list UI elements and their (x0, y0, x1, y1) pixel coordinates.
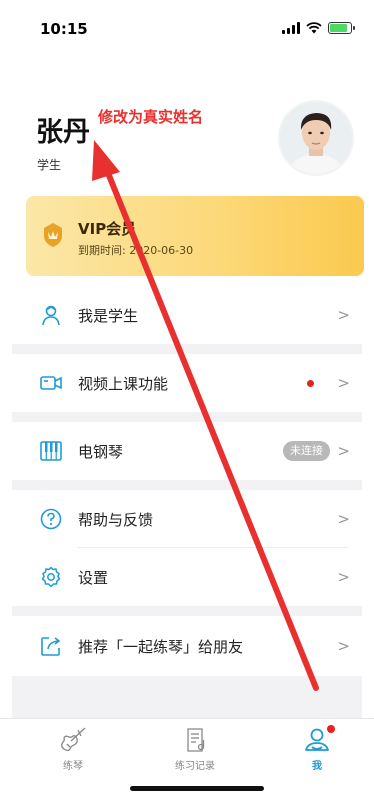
practice-record-icon (187, 728, 205, 752)
video-camera-icon (40, 372, 62, 394)
status-time: 10:15 (40, 20, 88, 38)
menu-item-label: 帮助与反馈 (78, 510, 154, 529)
wifi-icon (306, 22, 322, 34)
menu-item-label: 设置 (78, 568, 109, 587)
section-divider (12, 606, 362, 616)
menu-item-label: 视频上课功能 (78, 374, 169, 393)
vip-card[interactable]: VIP会员 到期时间: 2020-06-30 (26, 196, 364, 276)
profile-header: 张丹 学生 修改为真实姓名 (0, 90, 374, 190)
menu-item-settings[interactable]: 设置 > (12, 548, 362, 606)
notification-dot (327, 725, 335, 733)
menu-item-student[interactable]: 我是学生 > (12, 286, 362, 344)
tab-label: 我 (312, 761, 322, 772)
menu-item-share[interactable]: 推荐「一起练琴」给朋友 > (12, 616, 362, 676)
tab-label: 练琴 (63, 761, 83, 772)
menu-group-piano: 电钢琴 未连接 > (12, 422, 362, 480)
section-divider (12, 344, 362, 354)
page-bottom-spacer (12, 676, 362, 718)
student-icon (40, 304, 62, 326)
menu-item-piano[interactable]: 电钢琴 未连接 > (12, 422, 362, 480)
menu-item-help[interactable]: 帮助与反馈 > (12, 490, 362, 548)
chevron-right-icon: > (337, 568, 350, 586)
user-name[interactable]: 张丹 (36, 110, 90, 149)
chevron-right-icon: > (337, 442, 350, 460)
menu-group-video: 视频上课功能 > (12, 354, 362, 412)
status-bar: 10:15 (0, 0, 374, 48)
menu-group-student: 我是学生 > (12, 286, 362, 344)
menu-group-support: 帮助与反馈 > 设置 > (12, 490, 362, 606)
tab-label: 练习记录 (175, 761, 215, 772)
tab-practice[interactable]: 练琴 (33, 727, 113, 773)
cellular-signal-icon (282, 22, 300, 34)
avatar[interactable] (278, 100, 354, 176)
chevron-right-icon: > (337, 510, 350, 528)
vip-expiry: 到期时间: 2020-06-30 (78, 244, 194, 257)
connection-status-badge: 未连接 (283, 441, 330, 461)
share-icon (40, 635, 62, 657)
menu-item-label: 电钢琴 (78, 442, 124, 461)
menu-item-label: 推荐「一起练琴」给朋友 (78, 637, 244, 656)
chevron-right-icon: > (337, 306, 350, 324)
gear-icon (40, 566, 62, 588)
battery-icon (328, 22, 355, 34)
avatar-portrait-icon (280, 102, 352, 174)
section-divider (12, 412, 362, 422)
tab-me[interactable]: 我 (277, 725, 357, 773)
vip-title: VIP会员 (78, 220, 137, 238)
menu-group-share: 推荐「一起练琴」给朋友 > (12, 616, 362, 676)
vip-badge-icon (44, 223, 62, 247)
chevron-right-icon: > (337, 374, 350, 392)
section-divider (12, 480, 362, 490)
piano-keys-icon (40, 440, 62, 462)
violin-icon (61, 727, 86, 752)
annotation-text: 修改为真实姓名 (98, 108, 204, 126)
home-indicator (130, 786, 264, 791)
help-icon (40, 508, 62, 530)
user-role: 学生 (37, 158, 62, 172)
menu-item-label: 我是学生 (78, 306, 139, 325)
notification-dot (307, 379, 314, 387)
tab-practice-record[interactable]: 练习记录 (155, 727, 235, 773)
menu-item-video[interactable]: 视频上课功能 > (12, 354, 362, 412)
chevron-right-icon: > (337, 637, 350, 655)
